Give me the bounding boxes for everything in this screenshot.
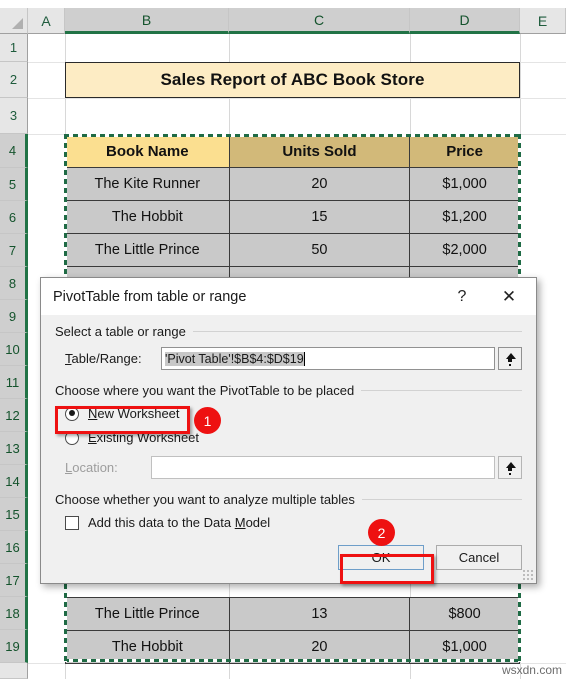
section-divider [192,331,522,332]
column-header-d[interactable]: D [410,8,520,34]
cell-price[interactable]: $1,000 [409,630,520,664]
cell-units-sold[interactable]: 13 [228,597,411,631]
table-row[interactable]: The Hobbit 15 $1,200 [65,200,520,234]
report-title-banner: Sales Report of ABC Book Store [65,62,520,98]
data-model-checkbox[interactable] [65,515,79,530]
table-header-price: Price [409,134,520,168]
section-divider [361,390,522,391]
cell-units-sold[interactable]: 20 [228,630,411,664]
help-icon[interactable]: ? [450,285,474,309]
column-header-a[interactable]: A [28,8,65,34]
row-header-10[interactable]: 10 [0,333,28,366]
row-header-6[interactable]: 6 [0,201,28,234]
row-header-3[interactable]: 3 [0,98,28,134]
data-model-row[interactable]: Add this data to the Data Model [55,515,522,530]
column-header-b[interactable]: B [65,8,229,34]
section-select-range: Select a table or range [55,324,522,339]
highlight-box-new-worksheet [55,406,190,434]
column-header-e[interactable]: E [520,8,566,34]
row-header-11[interactable]: 11 [0,366,28,399]
column-header-c[interactable]: C [229,8,410,34]
resize-grip[interactable] [522,569,533,580]
table-row[interactable]: The Little Prince 13 $800 [65,597,520,631]
table-range-input[interactable]: 'Pivot Table'!$B$4:$D$19 [161,347,495,370]
range-picker-button[interactable] [498,347,522,370]
row-header-2[interactable]: 2 [0,62,28,98]
row-header-14[interactable]: 14 [0,465,28,498]
cell-units-sold[interactable]: 20 [228,167,411,201]
cancel-button[interactable]: Cancel [436,545,522,570]
section-multiple-tables-label: Choose whether you want to analyze multi… [55,492,355,507]
highlight-box-ok [340,554,434,584]
section-multiple-tables: Choose whether you want to analyze multi… [55,492,522,507]
sales-data-table: Book Name Units Sold Price The Kite Runn… [65,134,520,300]
table-range-row: Table/Range: 'Pivot Table'!$B$4:$D$19 [55,347,522,370]
cell-price[interactable]: $2,000 [409,233,520,267]
cell-book-name[interactable]: The Hobbit [65,200,230,234]
cell-price[interactable]: $1,000 [409,167,520,201]
cell-book-name[interactable]: The Kite Runner [65,167,230,201]
cell-book-name[interactable]: The Hobbit [65,630,230,664]
table-header-row: Book Name Units Sold Price [65,134,520,168]
table-row[interactable]: The Hobbit 20 $1,000 [65,630,520,664]
row-header-9[interactable]: 9 [0,300,28,333]
section-placement-label: Choose where you want the PivotTable to … [55,383,355,398]
select-all-corner[interactable] [0,8,28,34]
location-row: Location: [55,456,522,479]
cell-price[interactable]: $800 [409,597,520,631]
row-header-15[interactable]: 15 [0,498,28,531]
location-label: Location: [65,460,118,475]
select-all-triangle-icon [12,18,23,29]
data-model-label: Add this data to the Data Model [88,515,271,530]
table-range-value: 'Pivot Table'!$B$4:$D$19 [165,351,304,366]
sales-data-table-bottom: The Little Prince 13 $800 The Hobbit 20 … [65,597,520,664]
row-header-19[interactable]: 19 [0,630,28,663]
text-caret [303,351,305,366]
cell-price[interactable]: $1,200 [409,200,520,234]
table-header-book-name: Book Name [65,134,230,168]
row-header-7[interactable]: 7 [0,234,28,267]
cell-book-name[interactable]: The Little Prince [65,597,230,631]
dialog-title-bar[interactable]: PivotTable from table or range ? ✕ [41,278,536,315]
location-picker-button[interactable] [498,456,522,479]
grid-hline-2 [28,98,566,99]
step-badge-2: 2 [368,519,395,546]
row-header-1[interactable]: 1 [0,34,28,62]
table-header-units-sold: Units Sold [228,134,411,168]
cell-book-name[interactable]: The Little Prince [65,233,230,267]
row-header-17[interactable]: 17 [0,564,28,597]
cell-units-sold[interactable]: 15 [228,200,411,234]
section-select-range-label: Select a table or range [55,324,186,339]
table-row[interactable]: The Kite Runner 20 $1,000 [65,167,520,201]
row-header-16[interactable]: 16 [0,531,28,564]
step-badge-1: 1 [194,407,221,434]
watermark: wsxdn.com [501,663,562,677]
row-header-12[interactable]: 12 [0,399,28,432]
location-input[interactable] [151,456,495,479]
section-divider [361,499,522,500]
row-header-5[interactable]: 5 [0,168,28,201]
cell-units-sold[interactable]: 50 [228,233,411,267]
range-picker-icon [505,461,516,474]
dialog-title: PivotTable from table or range [53,288,247,305]
row-header-18[interactable]: 18 [0,597,28,630]
section-placement: Choose where you want the PivotTable to … [55,383,522,398]
row-header-8[interactable]: 8 [0,267,28,300]
table-range-label: Table/Range: [65,351,142,366]
excel-window: A B C D E 1 2 3 4 5 6 7 8 9 10 11 12 13 … [0,0,566,679]
table-row[interactable]: The Little Prince 50 $2,000 [65,233,520,267]
row-header-4[interactable]: 4 [0,134,28,168]
row-header-13[interactable]: 13 [0,432,28,465]
row-header-20[interactable] [0,663,28,679]
range-picker-icon [505,352,516,365]
close-icon[interactable]: ✕ [492,282,526,312]
